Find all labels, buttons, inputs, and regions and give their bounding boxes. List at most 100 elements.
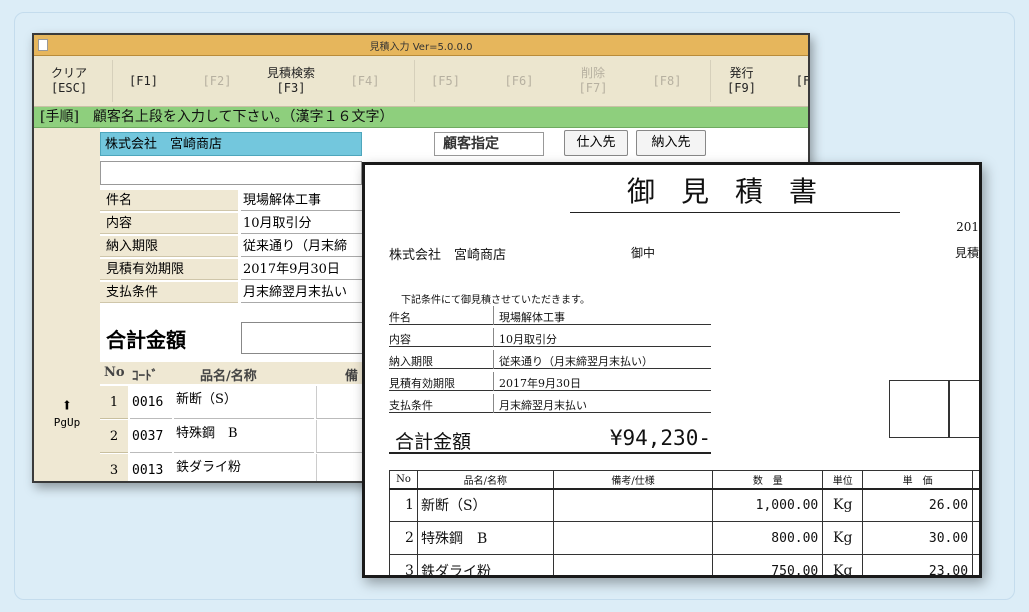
header-no: No — [104, 365, 125, 380]
doc-content-row: 内容 10月取引分 — [389, 328, 711, 347]
cell-extra — [972, 488, 979, 522]
fkey-key: [F7] — [578, 81, 608, 95]
doc-payment-label: 支払条件 — [389, 399, 433, 412]
cell-price: 23.00 — [862, 554, 974, 575]
doc-subject-row: 件名 現場解体工事 — [389, 306, 711, 325]
table-row[interactable]: 1 0016 新断（S） — [100, 386, 400, 420]
cell-qty: 800.00 — [712, 521, 824, 555]
clear-esc-button[interactable]: クリア [ESC] — [38, 60, 100, 102]
row-code[interactable]: 0013 — [130, 454, 172, 481]
page-up-label: PgUp — [53, 416, 81, 429]
cell-unit: Kg — [822, 521, 864, 555]
table-row: 1 新断（S） 1,000.00 Kg 26.00 — [389, 488, 979, 522]
fkey-key: [F9] — [727, 81, 756, 95]
f8-button[interactable]: [F8] — [636, 60, 698, 102]
cell-qty: 1,000.00 — [712, 488, 824, 522]
doc-payment-row: 支払条件 月末締翌月末払い — [389, 394, 711, 413]
doc-header-no: No — [389, 470, 418, 490]
supplier-button[interactable]: 仕入先 — [564, 130, 628, 156]
doc-total-value: ¥94,230- — [609, 426, 711, 450]
table-row[interactable]: 2 0037 特殊鋼 B — [100, 420, 400, 454]
document-intro: 下記条件にて御見積させていただきます。 — [401, 295, 590, 306]
doc-header-price: 単 価 — [862, 470, 974, 490]
row-no: 2 — [100, 420, 128, 453]
function-key-bar: クリア [ESC] [F1] [F2] 見積検索 [F3] [F4] [F5] … — [34, 56, 808, 107]
header-name: 品名/名称 — [200, 369, 257, 384]
row-name[interactable]: 特殊鋼 B — [174, 420, 314, 453]
fkey-key: [F5] — [431, 73, 460, 88]
fkey-key: [F6] — [504, 73, 534, 88]
arrow-up-icon: ⬆ — [61, 395, 73, 416]
cell-name: 新断（S） — [416, 488, 554, 522]
row-code[interactable]: 0037 — [130, 420, 172, 453]
f4-button[interactable]: [F4] — [334, 60, 396, 102]
table-row: 2 特殊鋼 B 800.00 Kg 30.00 — [389, 521, 979, 555]
document-date: 201 — [956, 220, 979, 234]
cell-no: 1 — [389, 488, 418, 522]
delete-f7-button[interactable]: 削除 [F7] — [562, 60, 624, 102]
divider — [493, 306, 494, 325]
doc-items-table: No 品名/名称 備考/仕様 数 量 単位 単 価 1 新断（S） 1,000.… — [389, 470, 979, 575]
items-grid-header: No ｺｰﾄﾞ 品名/名称 備 — [100, 362, 400, 384]
fkey-key: [ESC] — [50, 81, 88, 95]
cell-unit: Kg — [822, 554, 864, 575]
fkey-key: [F4] — [350, 73, 380, 88]
doc-deadline-row: 納入期限 従来通り（月末締翌月末払い） — [389, 350, 711, 369]
doc-payment-value: 月末締翌月末払い — [499, 399, 587, 412]
f10-button[interactable]: [F — [772, 60, 810, 102]
row-no: 1 — [100, 386, 128, 419]
document-estimate-no: 見積 — [954, 246, 979, 260]
fkey-key: [F8] — [652, 73, 682, 88]
fkey-key: [F3] — [276, 81, 306, 95]
header-code: ｺｰﾄﾞ — [132, 369, 158, 384]
stamp-box — [889, 380, 949, 438]
cell-note — [552, 521, 714, 555]
row-name[interactable]: 鉄ダライ粉 — [174, 454, 314, 481]
doc-header-qty: 数 量 — [712, 470, 824, 490]
table-row: 3 鉄ダライ粉 750.00 Kg 23.00 — [389, 554, 979, 575]
row-code[interactable]: 0016 — [130, 386, 172, 419]
divider — [493, 372, 494, 391]
doc-content-value: 10月取引分 — [499, 333, 557, 346]
customer-select-label: 顧客指定 — [434, 132, 544, 156]
doc-total-row: 合計金額 ¥94,230- — [389, 422, 711, 454]
cell-unit: Kg — [822, 488, 864, 522]
window-title: 見積入力 Ver=5.0.0.0 — [369, 42, 473, 53]
f5-button[interactable]: [F5] — [414, 60, 476, 102]
doc-validity-value: 2017年9月30日 — [499, 377, 581, 390]
cell-qty: 750.00 — [712, 554, 824, 575]
table-row[interactable]: 3 0013 鉄ダライ粉 — [100, 454, 400, 481]
fkey-key: [F — [795, 73, 810, 88]
document-customer: 株式会社 宮崎商店 — [389, 248, 507, 263]
row-name[interactable]: 新断（S） — [174, 386, 314, 419]
f1-button[interactable]: [F1] — [112, 60, 174, 102]
doc-deadline-label: 納入期限 — [389, 355, 433, 368]
divider — [493, 328, 494, 347]
total-label: 合計金額 — [106, 328, 186, 352]
issue-f9-button[interactable]: 発行 [F9] — [710, 60, 772, 102]
header-note: 備 — [345, 369, 359, 384]
doc-header-extra — [972, 470, 979, 490]
page-up-button[interactable]: ⬆ PgUp — [38, 396, 96, 440]
doc-subject-value: 現場解体工事 — [499, 311, 565, 324]
delivery-dest-button[interactable]: 納入先 — [636, 130, 706, 156]
f2-button[interactable]: [F2] — [186, 60, 248, 102]
stamp-box — [949, 380, 979, 438]
f6-button[interactable]: [F6] — [488, 60, 550, 102]
estimate-search-f3-button[interactable]: 見積検索 [F3] — [260, 60, 322, 102]
customer-name-field[interactable]: 株式会社 宮崎商店 — [100, 132, 362, 156]
doc-header-unit: 単位 — [822, 470, 864, 490]
document-honorific: 御中 — [631, 246, 656, 260]
row-no: 3 — [100, 454, 128, 481]
cell-no: 2 — [389, 521, 418, 555]
doc-header-note: 備考/仕様 — [552, 470, 714, 490]
fkey-label: 見積検索 — [266, 66, 315, 80]
doc-validity-row: 見積有効期限 2017年9月30日 — [389, 372, 711, 391]
customer-name-sub-field[interactable] — [100, 161, 362, 185]
cell-no: 3 — [389, 554, 418, 575]
fkey-label: 削除 — [580, 66, 605, 80]
fkey-key: [F2] — [202, 73, 232, 88]
cell-name: 鉄ダライ粉 — [416, 554, 554, 575]
doc-deadline-value: 従来通り（月末締翌月末払い） — [499, 355, 653, 368]
cell-note — [552, 488, 714, 522]
